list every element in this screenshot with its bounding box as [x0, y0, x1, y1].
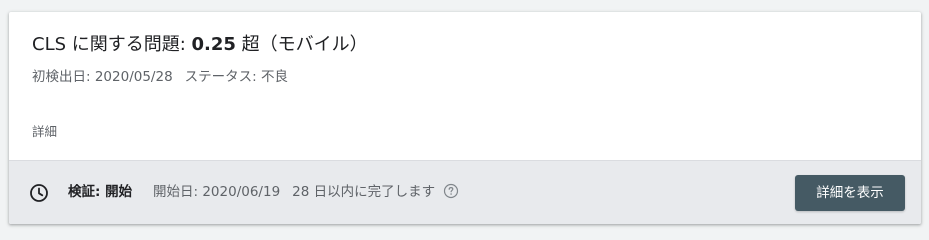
view-details-button[interactable]: 詳細を表示: [795, 175, 905, 211]
issue-summary: CLS に関する問題: 0.25 超（モバイル） 初検出日: 2020/05/2…: [9, 12, 921, 160]
details-section-label: 詳細: [32, 124, 58, 139]
status-value: 不良: [261, 69, 288, 85]
issue-threshold-value: 0.25: [191, 34, 236, 55]
clock-icon: [30, 184, 48, 202]
issue-title-suffix: 超（モバイル）: [235, 34, 368, 55]
validation-bar: 検証: 開始 開始日: 2020/06/19 28 日以内に完了します 詳細を表示: [9, 160, 921, 224]
validation-start-date: 2020/06/19: [202, 184, 281, 200]
issue-meta: 初検出日: 2020/05/28 ステータス: 不良: [32, 67, 288, 87]
issue-title: CLS に関する問題: 0.25 超（モバイル）: [32, 33, 368, 57]
status-label: ステータス:: [184, 69, 261, 85]
validation-status: 検証: 開始: [68, 184, 133, 200]
first-detected-label: 初検出日:: [32, 69, 95, 85]
validation-completion-note: 28 日以内に完了します: [292, 184, 436, 200]
first-detected-date: 2020/05/28: [94, 69, 173, 85]
help-circle-icon[interactable]: [443, 183, 459, 199]
validation-meta: 開始日: 2020/06/19 28 日以内に完了します: [153, 182, 459, 202]
issue-card: CLS に関する問題: 0.25 超（モバイル） 初検出日: 2020/05/2…: [9, 12, 921, 224]
validation-start-label: 開始日:: [153, 184, 203, 200]
issue-title-prefix: CLS に関する問題:: [32, 34, 192, 55]
